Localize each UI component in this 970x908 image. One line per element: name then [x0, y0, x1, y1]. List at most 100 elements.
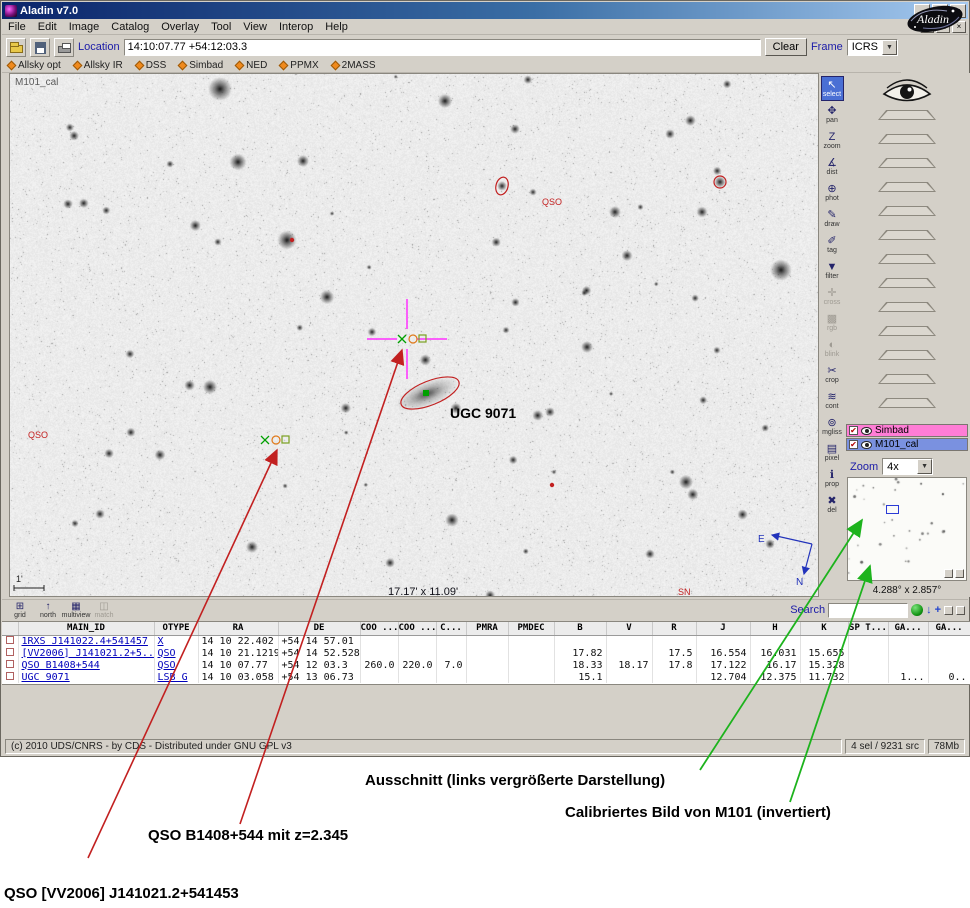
tool-tag[interactable]: ✐tag	[821, 232, 844, 257]
column-header-4[interactable]: COO ...	[360, 622, 398, 635]
panel-detach-button[interactable]	[944, 606, 953, 615]
row-checkbox[interactable]	[6, 648, 14, 656]
cell-link[interactable]: X	[158, 636, 164, 647]
column-header-12[interactable]: J	[696, 622, 750, 635]
frame-select[interactable]: ICRS ▼	[847, 39, 898, 56]
stack-slot[interactable]	[878, 158, 936, 168]
menu-overlay[interactable]: Overlay	[155, 20, 205, 34]
stack-slot[interactable]	[878, 182, 936, 192]
chevron-down-icon[interactable]: ▼	[882, 40, 897, 55]
cell[interactable]: [VV2006] J141021.2+5..	[18, 647, 154, 659]
server-ned[interactable]: NED	[236, 60, 267, 71]
tool-pan[interactable]: ✥pan	[821, 102, 844, 127]
tool-draw[interactable]: ✎draw	[821, 206, 844, 231]
stack-slot[interactable]	[878, 398, 936, 408]
cell-link[interactable]: [VV2006] J141021.2+5..	[22, 648, 154, 659]
row-checkbox[interactable]	[6, 660, 14, 668]
zoom-select[interactable]: 4x ▼	[882, 458, 933, 475]
tool-select[interactable]: ↖select	[821, 76, 844, 101]
thumbnail-option-button[interactable]	[944, 569, 953, 578]
add-icon[interactable]: +	[935, 603, 941, 617]
cell[interactable]: QSO B1408+544	[18, 659, 154, 671]
tool-filter[interactable]: ▼filter	[821, 258, 844, 283]
cell-link[interactable]: 1RXS J141022.4+541457	[22, 636, 148, 647]
thumbnail-fov-rect[interactable]	[886, 505, 899, 514]
tool-crop[interactable]: ✂crop	[821, 362, 844, 387]
stack-slot[interactable]	[878, 110, 936, 120]
row-checkbox-cell[interactable]	[2, 671, 18, 683]
stack-slot[interactable]	[878, 350, 936, 360]
layer-simbad[interactable]: ✔Simbad	[846, 424, 968, 437]
tool-phot[interactable]: ⊕phot	[821, 180, 844, 205]
cell[interactable]: QSO	[154, 659, 198, 671]
tool-zoom[interactable]: Zzoom	[821, 128, 844, 153]
layer-m101_cal[interactable]: ✔M101_cal	[846, 438, 968, 451]
layer-checkbox[interactable]: ✔	[849, 426, 858, 435]
column-header-1[interactable]: OTYPE	[154, 622, 198, 635]
cell[interactable]: LSB G	[154, 671, 198, 683]
cell-link[interactable]: LSB G	[158, 672, 188, 683]
cell-link[interactable]: QSO B1408+544	[22, 660, 100, 671]
title-bar[interactable]: Aladin v7.0 _□×	[2, 2, 968, 19]
row-checkbox-cell[interactable]	[2, 647, 18, 659]
stack-slot[interactable]	[878, 278, 936, 288]
cell[interactable]: X	[154, 635, 198, 647]
row-checkbox-cell[interactable]	[2, 635, 18, 647]
open-plane-button[interactable]	[6, 38, 26, 57]
column-header-10[interactable]: V	[606, 622, 652, 635]
column-header-5[interactable]: COO ...	[398, 622, 436, 635]
column-header-6[interactable]: C...	[436, 622, 466, 635]
column-header-14[interactable]: K	[800, 622, 848, 635]
tool-del[interactable]: ✖del	[821, 492, 844, 517]
thumbnail-canvas[interactable]	[848, 478, 966, 580]
cell-link[interactable]: QSO	[158, 660, 176, 671]
panel-collapse-button[interactable]	[956, 606, 965, 615]
arrow-down-icon[interactable]: ↓	[926, 603, 932, 617]
location-input[interactable]	[124, 39, 761, 56]
stack-slot[interactable]	[878, 326, 936, 336]
server-2mass[interactable]: 2MASS	[332, 60, 376, 71]
stack-slot[interactable]	[878, 302, 936, 312]
table-row[interactable]: QSO B1408+544QSO14 10 07.77+54 12 03.326…	[2, 659, 970, 671]
row-checkbox-cell[interactable]	[2, 659, 18, 671]
clear-button[interactable]: Clear	[765, 38, 807, 56]
viewctl-multiview[interactable]: ▦multiview	[63, 601, 89, 619]
tool-prop[interactable]: ℹprop	[821, 466, 844, 491]
sky-canvas[interactable]	[10, 74, 819, 597]
table-row[interactable]: [VV2006] J141021.2+5..QSO14 10 21.1219+5…	[2, 647, 970, 659]
stack-slot[interactable]	[878, 230, 936, 240]
column-header-11[interactable]: R	[652, 622, 696, 635]
stack-slot[interactable]	[878, 206, 936, 216]
tool-pixel[interactable]: ▤pixel	[821, 440, 844, 465]
row-checkbox[interactable]	[6, 672, 14, 680]
menu-interop[interactable]: Interop	[273, 20, 319, 34]
overview-thumbnail[interactable]	[847, 477, 967, 581]
viewctl-north[interactable]: ↑north	[35, 601, 61, 619]
column-header-7[interactable]: PMRA	[466, 622, 508, 635]
column-header-15[interactable]: SP T...	[848, 622, 888, 635]
layer-checkbox[interactable]: ✔	[849, 440, 858, 449]
column-header-9[interactable]: B	[554, 622, 606, 635]
sky-view[interactable]: M101_cal	[9, 73, 819, 597]
chevron-down-icon[interactable]: ▼	[917, 459, 932, 474]
cell-link[interactable]: QSO	[158, 648, 176, 659]
search-input[interactable]	[828, 603, 908, 618]
server-simbad[interactable]: Simbad	[179, 60, 223, 71]
server-allsky-opt[interactable]: Allsky opt	[8, 60, 61, 71]
table-row[interactable]: 1RXS J141022.4+541457X14 10 22.402+54 14…	[2, 635, 970, 647]
column-header-16[interactable]: GA...	[888, 622, 928, 635]
menu-image[interactable]: Image	[63, 20, 106, 34]
stack-slot[interactable]	[878, 254, 936, 264]
cell[interactable]: UGC 9071	[18, 671, 154, 683]
server-dss[interactable]: DSS	[136, 60, 167, 71]
cell-link[interactable]: UGC 9071	[22, 672, 70, 683]
viewctl-grid[interactable]: ⊞grid	[7, 601, 33, 619]
menu-file[interactable]: File	[2, 20, 32, 34]
column-header-3[interactable]: DE	[278, 622, 360, 635]
server-ppmx[interactable]: PPMX	[280, 60, 318, 71]
menu-tool[interactable]: Tool	[205, 20, 237, 34]
print-button[interactable]	[54, 38, 74, 57]
column-header-0[interactable]: MAIN_ID	[18, 622, 154, 635]
menu-catalog[interactable]: Catalog	[105, 20, 155, 34]
tool-cont[interactable]: ≋cont	[821, 388, 844, 413]
